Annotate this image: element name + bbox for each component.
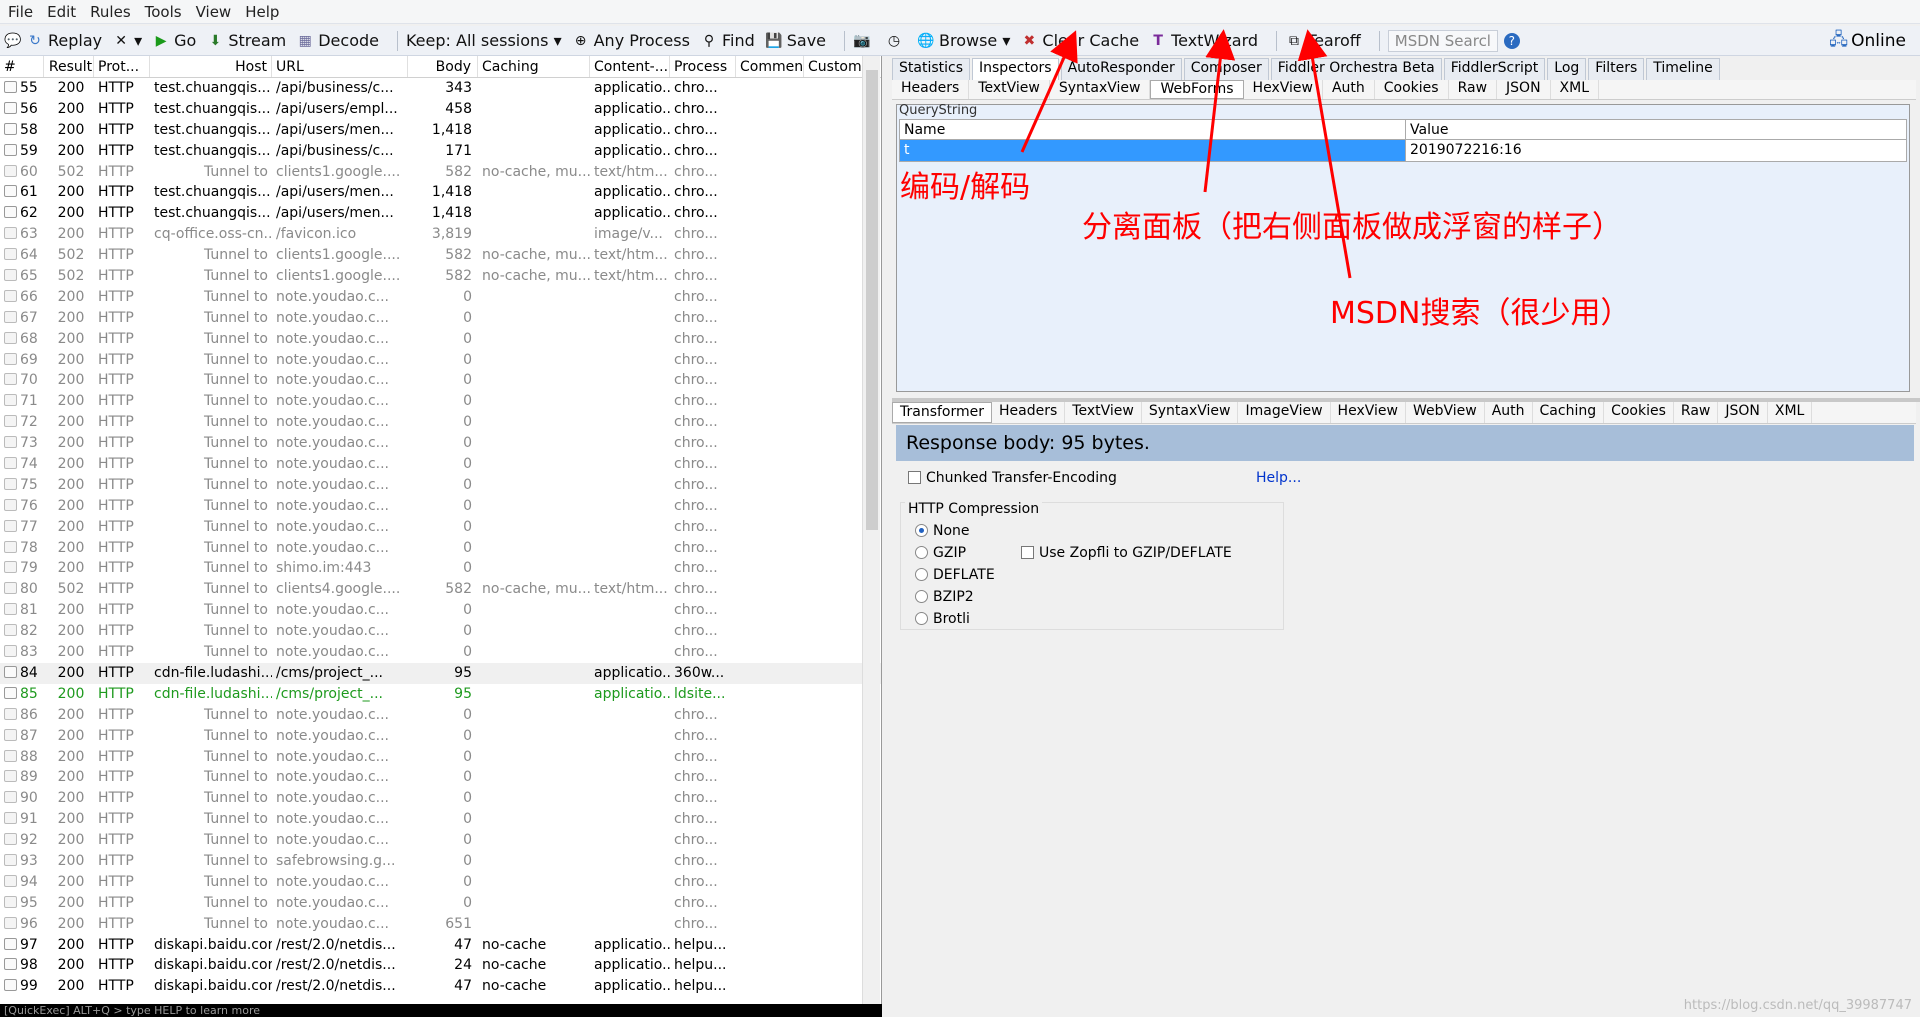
annotation-msdn: MSDN搜索（很少用） [1330,296,1631,331]
annotation-arrows [1020,29,1352,279]
arrow-to-tearoff [1203,29,1236,193]
watermark: https://blog.csdn.net/qq_39987747 [1683,998,1912,1013]
annotation-tearoff: 分离面板（把右侧面板做成浮窗的样子） [1082,210,1622,245]
annotation-encode-decode: 编码/解码 [900,170,1031,205]
arrow-to-textwizard [1020,30,1078,153]
